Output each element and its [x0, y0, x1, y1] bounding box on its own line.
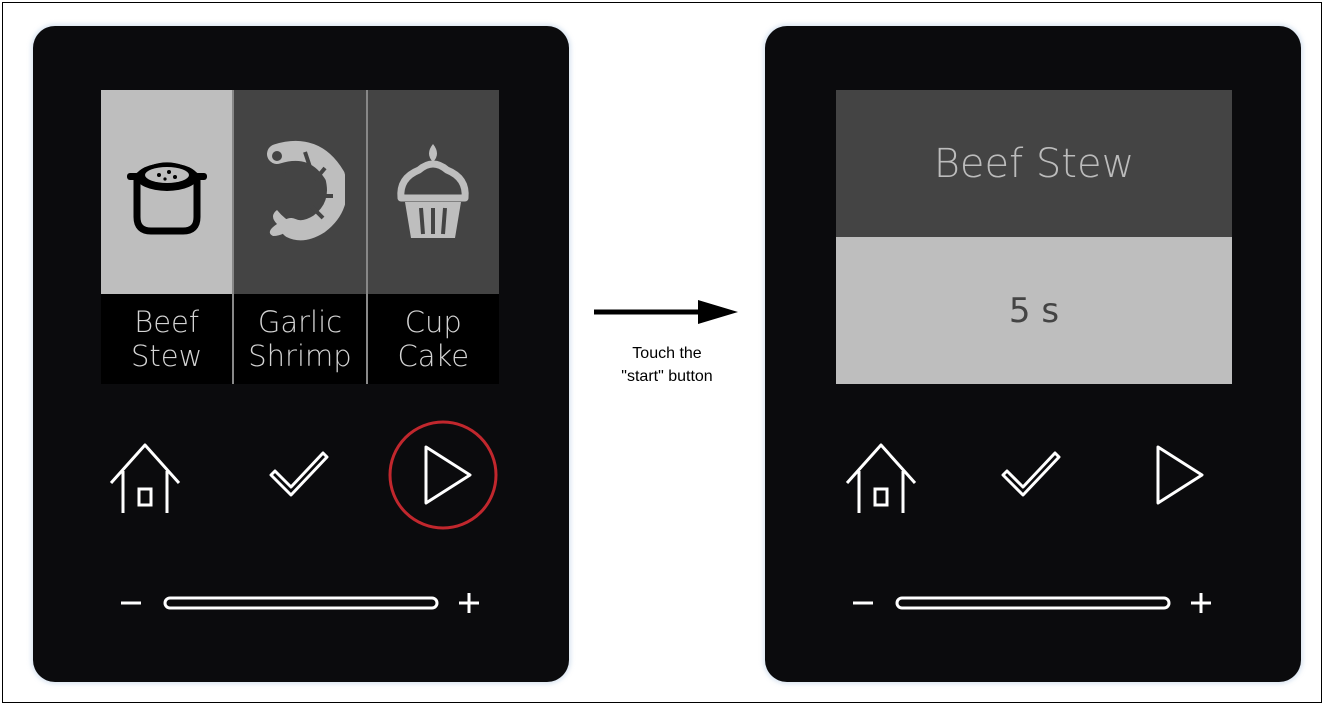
menu-item-icon-area — [101, 90, 233, 294]
slider-plus[interactable] — [1191, 593, 1211, 613]
recipe-menu: Beef Stew Garlic Shrimp Cup Cake — [101, 90, 499, 384]
menu-item-beef-stew[interactable]: Beef Stew — [101, 90, 233, 384]
label-line-2: Stew — [130, 339, 203, 373]
level-slider[interactable] — [765, 588, 1301, 618]
caption-line-1: Touch the — [632, 345, 702, 362]
label-line-1: Cup — [404, 305, 462, 339]
start-button[interactable] — [385, 417, 501, 533]
home-icon — [845, 443, 917, 513]
level-slider[interactable] — [33, 588, 569, 618]
menu-item-label: Beef Stew — [101, 294, 233, 384]
home-button[interactable] — [107, 439, 183, 519]
arrow-right-icon — [594, 300, 738, 324]
play-icon — [424, 445, 472, 505]
slider-plus[interactable] — [459, 593, 479, 613]
menu-item-garlic-shrimp[interactable]: Garlic Shrimp — [232, 90, 366, 384]
menu-item-label: Garlic Shrimp — [234, 294, 366, 384]
menu-item-icon-area — [234, 90, 366, 294]
pot-icon — [126, 162, 207, 235]
menu-item-icon-area — [367, 90, 499, 294]
slider-track[interactable] — [163, 596, 439, 610]
label-line-2: Shrimp — [248, 339, 352, 373]
play-icon — [1156, 445, 1204, 505]
detail-screen: Beef Stew 5 s — [836, 90, 1232, 384]
start-button[interactable] — [1117, 417, 1233, 533]
label-line-1: Beef — [134, 305, 200, 339]
home-icon — [109, 443, 181, 513]
recipe-title: Beef Stew — [836, 90, 1232, 237]
cupcake-icon — [397, 144, 469, 238]
device-after: Beef Stew 5 s — [765, 26, 1301, 682]
menu-screen: Beef Stew Garlic Shrimp Cup Cake — [101, 90, 499, 384]
confirm-button[interactable] — [267, 451, 331, 501]
control-row — [33, 420, 569, 531]
label-line-2: Cake — [397, 339, 470, 373]
highlight-ring — [388, 420, 498, 530]
label-line-1: Garlic — [257, 305, 343, 339]
countdown-value: 5 s — [836, 237, 1232, 384]
confirm-button[interactable] — [999, 451, 1063, 501]
home-button[interactable] — [843, 439, 919, 519]
shrimp-icon — [266, 140, 345, 241]
transition: Touch the "start" button — [592, 290, 742, 410]
menu-item-label: Cup Cake — [367, 294, 499, 384]
control-row — [765, 421, 1301, 531]
check-icon — [269, 451, 329, 497]
transition-caption: Touch the "start" button — [592, 342, 742, 388]
slider-track[interactable] — [895, 596, 1171, 610]
check-icon — [1001, 451, 1061, 497]
device-before: Beef Stew Garlic Shrimp Cup Cake — [33, 26, 569, 682]
caption-line-2: "start" button — [621, 368, 713, 385]
menu-item-cup-cake[interactable]: Cup Cake — [365, 90, 499, 384]
